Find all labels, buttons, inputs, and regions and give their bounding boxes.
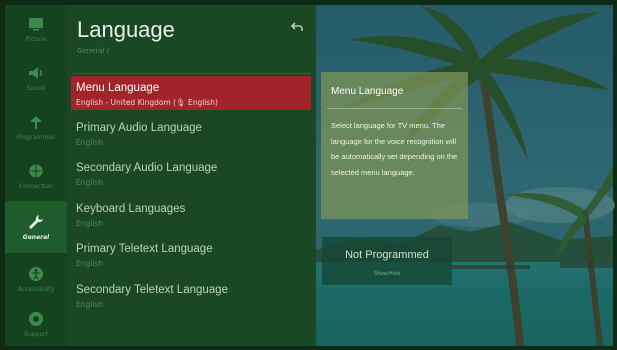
menu-item-menu-language[interactable]: Menu Language English - United Kingdom (… — [71, 76, 311, 110]
menu-item-secondary-audio-language[interactable]: Secondary Audio Language English — [71, 156, 311, 190]
rail-label: Connection — [19, 183, 53, 190]
menu-item-label: Primary Audio Language — [76, 122, 202, 134]
rail-label: Sound — [26, 85, 46, 92]
rail-label: Picture — [25, 36, 47, 43]
accessibility-icon — [26, 265, 46, 283]
preview-status: Not Programmed — [345, 249, 429, 261]
help-divider — [327, 108, 462, 109]
menu-item-value: English — [76, 300, 104, 309]
back-button[interactable] — [290, 19, 304, 33]
help-description: Select language for TV menu. The languag… — [331, 121, 458, 177]
rail-label: Accessibility — [17, 286, 55, 293]
menu-item-value: English — [76, 219, 104, 228]
globe-icon — [26, 162, 46, 180]
language-settings-panel: Language General / Menu Language English… — [67, 5, 316, 346]
category-rail: Picture Sound Programmes Connection Gene… — [5, 5, 67, 346]
menu-item-primary-teletext-language[interactable]: Primary Teletext Language English — [71, 237, 311, 271]
menu-item-label: Menu Language — [76, 82, 160, 94]
menu-item-label: Primary Teletext Language — [76, 243, 213, 255]
antenna-icon — [26, 113, 46, 131]
wrench-icon — [26, 213, 46, 231]
rail-item-picture[interactable]: Picture — [5, 5, 67, 53]
rail-item-connection[interactable]: Connection — [5, 152, 67, 200]
rail-label: Programmes — [16, 134, 56, 141]
preview-hint: Show/Hide — [373, 271, 401, 277]
menu-item-label: Secondary Teletext Language — [76, 284, 228, 296]
menu-item-secondary-teletext-language[interactable]: Secondary Teletext Language English — [71, 278, 311, 312]
speaker-icon — [26, 64, 46, 82]
rail-item-sound[interactable]: Sound — [5, 54, 67, 102]
channel-preview[interactable]: Not Programmed Show/Hide — [322, 237, 452, 285]
page-title: Language — [77, 17, 175, 42]
breadcrumb: General / — [77, 47, 110, 55]
help-tooltip: Menu Language Select language for TV men… — [321, 72, 468, 219]
menu-item-label: Keyboard Languages — [76, 203, 186, 215]
help-title: Menu Language — [331, 86, 404, 97]
menu-item-value: English — [76, 259, 104, 268]
divider — [73, 73, 311, 74]
rail-label: Support — [24, 331, 48, 338]
picture-icon — [26, 15, 46, 33]
back-arrow-icon — [291, 17, 303, 36]
rail-item-support[interactable]: Support — [5, 300, 67, 348]
menu-item-value: English — [76, 178, 104, 187]
rail-item-accessibility[interactable]: Accessibility — [5, 255, 67, 303]
menu-item-label: Secondary Audio Language — [76, 162, 218, 174]
support-icon — [26, 310, 46, 328]
menu-item-value: English - United Kingdom (🎙 English) — [76, 98, 218, 107]
rail-label: General — [22, 234, 50, 241]
menu-item-primary-audio-language[interactable]: Primary Audio Language English — [71, 116, 311, 150]
rail-item-general[interactable]: General — [5, 201, 67, 253]
rail-item-programmes[interactable]: Programmes — [5, 103, 67, 151]
menu-item-value: English — [76, 138, 104, 147]
menu-item-keyboard-languages[interactable]: Keyboard Languages English — [71, 197, 311, 231]
